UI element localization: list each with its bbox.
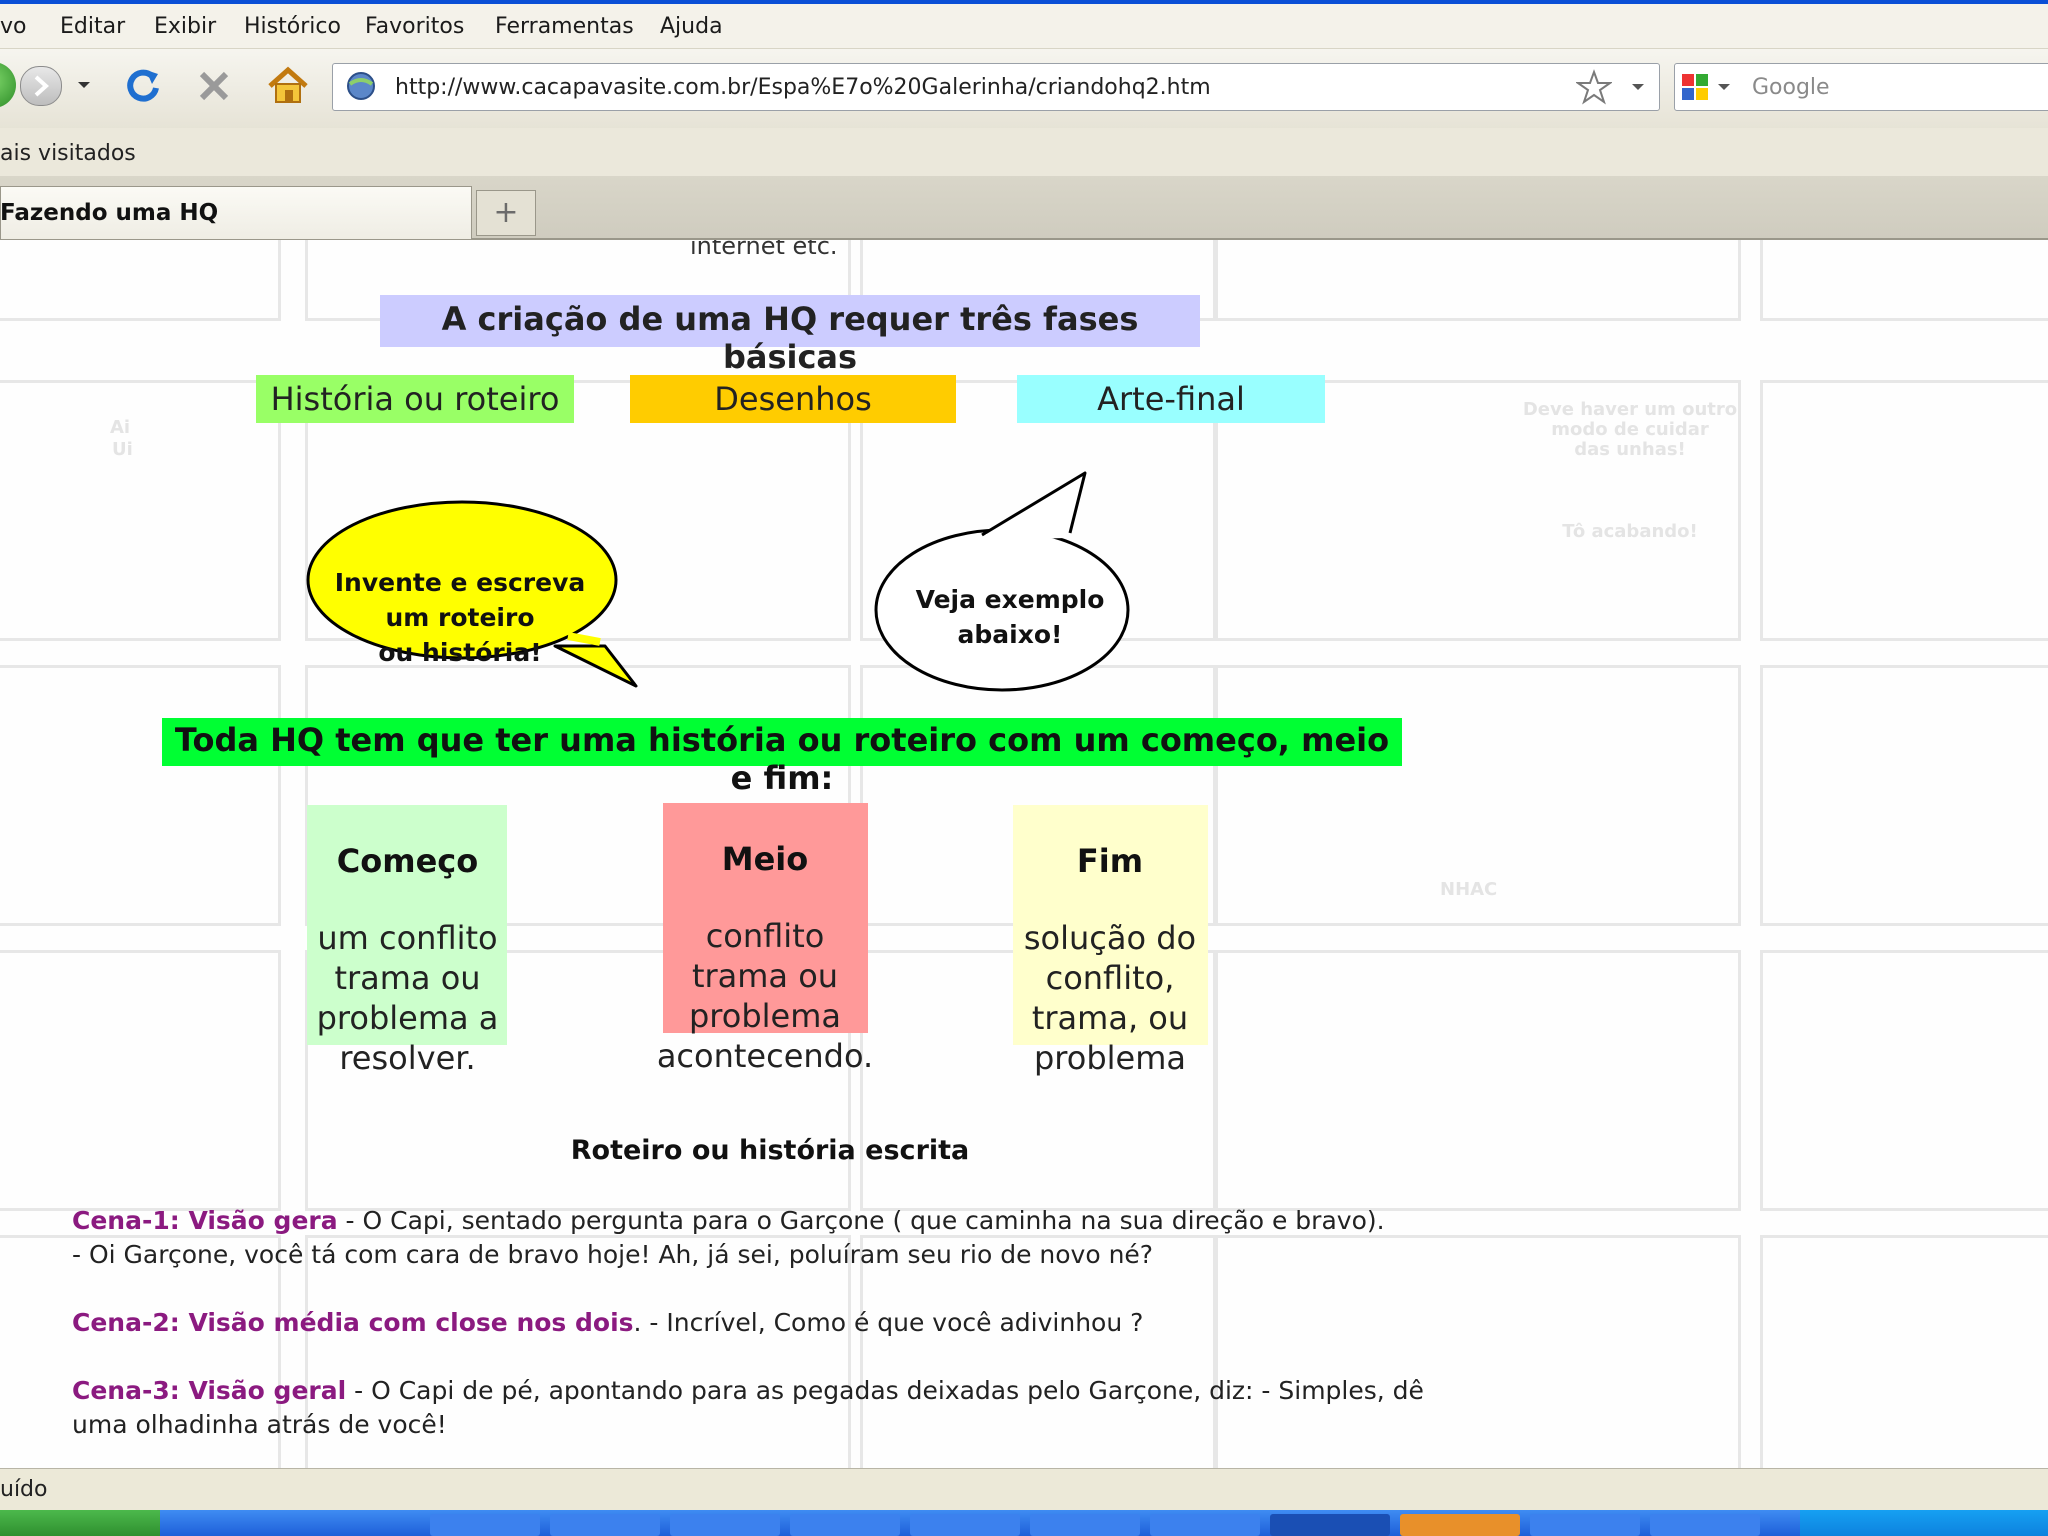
phase-historia: História ou roteiro bbox=[256, 375, 574, 423]
card-meio-title: Meio bbox=[721, 840, 809, 878]
bookmarks-toolbar bbox=[0, 128, 2048, 176]
start-button[interactable] bbox=[0, 1510, 160, 1536]
bubble-1-line: ou história! bbox=[378, 638, 542, 667]
menu-help[interactable]: Ajuda bbox=[660, 14, 723, 39]
taskbar-button-active[interactable] bbox=[1270, 1514, 1390, 1536]
url-text[interactable]: http://www.cacapavasite.com.br/Espa%E7o%… bbox=[395, 75, 1211, 100]
scene-2-text: . - Incrível, Como é que você adivinhou … bbox=[633, 1308, 1144, 1337]
bubble-1-text: Invente e escreva um roteiro ou história… bbox=[330, 565, 590, 670]
card-fim-title: Fim bbox=[1076, 842, 1144, 880]
history-dropdown-button[interactable] bbox=[72, 70, 96, 100]
home-button[interactable] bbox=[266, 64, 310, 106]
taskbar-button[interactable] bbox=[790, 1514, 900, 1536]
watermark-speech-3: das unhas! bbox=[1574, 439, 1686, 460]
phase-arte-final: Arte-final bbox=[1017, 375, 1325, 423]
card-line: um conflito bbox=[317, 919, 498, 957]
card-line: problema bbox=[1033, 1039, 1186, 1077]
watermark-ai: Ai bbox=[110, 417, 131, 438]
watermark-speech-1: Deve haver um outro bbox=[1522, 399, 1738, 420]
taskbar-button[interactable] bbox=[1530, 1514, 1640, 1536]
card-meio-body: conflito trama ou problema acontecendo. bbox=[640, 916, 890, 1076]
scene-1-label: Cena-1: Visão gera bbox=[72, 1206, 338, 1235]
menu-tools[interactable]: Ferramentas bbox=[495, 14, 634, 39]
google-icon bbox=[1682, 74, 1730, 100]
taskbar-button[interactable] bbox=[910, 1514, 1020, 1536]
taskbar-button-highlight[interactable] bbox=[1400, 1514, 1520, 1536]
taskbar-button[interactable] bbox=[430, 1514, 540, 1536]
menu-history[interactable]: Histórico bbox=[244, 14, 341, 39]
status-text: uído bbox=[0, 1477, 48, 1502]
menu-edit[interactable]: Editar bbox=[60, 14, 125, 39]
taskbar-button[interactable] bbox=[1650, 1514, 1760, 1536]
bubble-1-line: Invente e escreva bbox=[334, 568, 586, 597]
chevron-down-icon bbox=[78, 82, 90, 88]
new-tab-button[interactable]: + bbox=[476, 190, 536, 236]
search-input[interactable]: Google bbox=[1752, 75, 1830, 100]
card-line: trama ou bbox=[334, 959, 481, 997]
menu-bar: vo Editar Exibir Histórico Favoritos Fer… bbox=[0, 4, 2048, 48]
card-fim-body: solução do conflito, trama, ou problema bbox=[985, 918, 1235, 1078]
card-line: trama ou bbox=[691, 957, 839, 995]
site-identity-icon[interactable] bbox=[344, 70, 378, 102]
scene-2-label: Cena-2: Visão média com close nos dois bbox=[72, 1308, 634, 1337]
card-line: conflito bbox=[705, 917, 825, 955]
card-line: acontecendo. bbox=[656, 1037, 874, 1075]
bubble-1-line: um roteiro bbox=[385, 603, 535, 632]
scene-3-label: Cena-3: Visão geral bbox=[72, 1376, 347, 1405]
card-line: trama, ou bbox=[1031, 999, 1189, 1037]
green-banner-text: Toda HQ tem que ter uma história ou rote… bbox=[174, 721, 1390, 797]
scene-3-text-2: uma olhadinha atrás de você! bbox=[72, 1410, 447, 1439]
cut-off-text: internet etc. bbox=[690, 240, 838, 260]
scene-2: Cena-2: Visão média com close nos dois. … bbox=[72, 1306, 1432, 1340]
chevron-down-icon bbox=[1632, 84, 1644, 90]
taskbar-button[interactable] bbox=[1150, 1514, 1260, 1536]
system-tray bbox=[1800, 1510, 2048, 1536]
card-line: solução do bbox=[1023, 919, 1197, 957]
bubble-2-line: Veja exemplo bbox=[915, 585, 1105, 614]
bookmark-star-button[interactable] bbox=[1574, 69, 1614, 105]
reload-button[interactable] bbox=[122, 64, 164, 106]
globe-icon bbox=[347, 72, 375, 100]
watermark-speech-2: modo de cuidar bbox=[1551, 419, 1709, 440]
bookmark-most-visited[interactable]: ais visitados bbox=[0, 141, 136, 166]
reload-icon bbox=[127, 69, 159, 102]
close-icon bbox=[199, 71, 229, 101]
scene-1: Cena-1: Visão gera - O Capi, sentado per… bbox=[72, 1204, 1432, 1272]
taskbar-button[interactable] bbox=[670, 1514, 780, 1536]
watermark-ui: Ui bbox=[112, 439, 133, 460]
watermark-nhac: NHAC bbox=[1440, 879, 1498, 900]
menu-view[interactable]: Exibir bbox=[154, 14, 216, 39]
star-icon bbox=[1574, 69, 1614, 105]
card-line: problema bbox=[688, 997, 841, 1035]
scene-3-text: - O Capi de pé, apontando para as pegada… bbox=[346, 1376, 1424, 1405]
card-line: conflito, bbox=[1045, 959, 1175, 997]
taskbar-button[interactable] bbox=[1030, 1514, 1140, 1536]
forward-button[interactable] bbox=[20, 66, 62, 106]
stop-button[interactable] bbox=[194, 66, 234, 106]
card-line: resolver. bbox=[339, 1039, 476, 1077]
menu-bookmarks[interactable]: Favoritos bbox=[365, 14, 464, 39]
tab-title: Fazendo uma HQ bbox=[0, 200, 219, 226]
card-comeco-body: um conflito trama ou problema a resolver… bbox=[280, 918, 535, 1078]
watermark-speech-4: Tô acabando! bbox=[1562, 521, 1698, 542]
scene-1-text: - O Capi, sentado pergunta para o Garçon… bbox=[337, 1206, 1385, 1235]
status-bar bbox=[0, 1468, 2048, 1511]
card-line: problema a bbox=[316, 999, 499, 1037]
page-content[interactable]: Ai Ui Deve haver um outro modo de cuidar… bbox=[0, 240, 2048, 1468]
bubble-2-text: Veja exemplo abaixo! bbox=[890, 582, 1130, 652]
scene-1-text-2: - Oi Garçone, você tá com cara de bravo … bbox=[72, 1240, 1154, 1269]
taskbar-button[interactable] bbox=[550, 1514, 660, 1536]
menu-file[interactable]: vo bbox=[0, 14, 26, 39]
home-icon bbox=[268, 66, 308, 103]
card-comeco-title: Começo bbox=[336, 842, 479, 880]
roteiro-title: Roteiro ou história escrita bbox=[570, 1135, 970, 1166]
scene-3: Cena-3: Visão geral - O Capi de pé, apon… bbox=[72, 1374, 1432, 1442]
url-dropdown-button[interactable] bbox=[1624, 74, 1652, 100]
forward-arrow-icon bbox=[34, 75, 49, 97]
bubble-2-line: abaixo! bbox=[957, 620, 1063, 649]
phase-desenhos: Desenhos bbox=[630, 375, 956, 423]
page-heading: A criação de uma HQ requer três fases bá… bbox=[441, 300, 1139, 376]
search-engine-button[interactable] bbox=[1680, 70, 1736, 104]
